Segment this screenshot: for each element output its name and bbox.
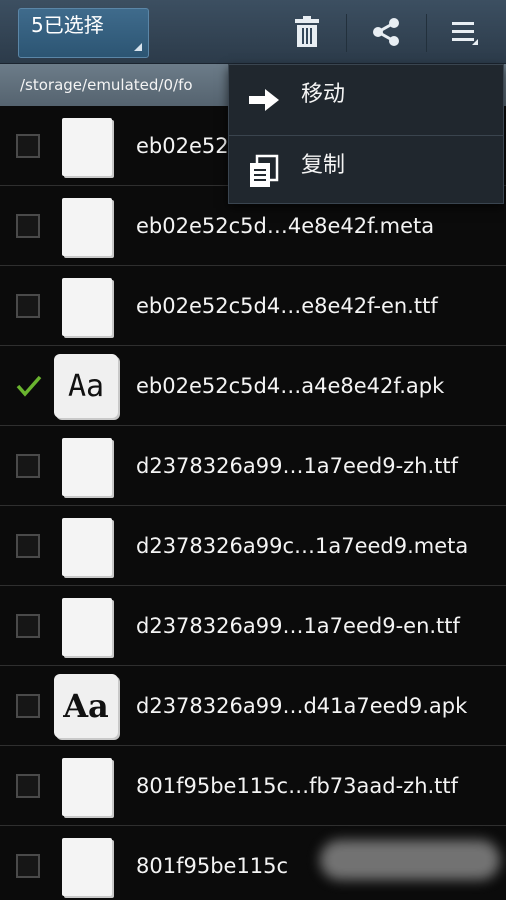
menu-item-label: 复制	[301, 153, 346, 178]
toolbar-divider	[346, 14, 347, 52]
file-name: eb02e52	[136, 134, 229, 158]
font-preview-text: Aa	[67, 368, 105, 404]
file-row[interactable]: d2378326a99…1a7eed9-zh.ttf	[0, 426, 506, 506]
file-name: eb02e52c5d4…e8e42f-en.ttf	[136, 294, 438, 318]
file-name: 801f95be115c	[136, 854, 289, 878]
file-icon	[62, 438, 112, 496]
file-row[interactable]: Aa d2378326a99…d41a7eed9.apk	[0, 666, 506, 746]
file-icon	[62, 198, 112, 256]
file-checkbox[interactable]	[16, 774, 40, 798]
file-checkbox[interactable]	[16, 454, 40, 478]
file-icon	[62, 758, 112, 816]
file-name: d2378326a99…1a7eed9-zh.ttf	[136, 454, 459, 478]
delete-button[interactable]	[272, 0, 342, 64]
file-name: eb02e52c5d4…a4e8e42f.apk	[136, 374, 445, 398]
share-button[interactable]	[350, 0, 422, 64]
dropdown-corner-icon	[134, 43, 142, 51]
file-name: d2378326a99…1a7eed9-en.ttf	[136, 614, 460, 638]
file-name: 801f95be115c…fb73aad-zh.ttf	[136, 774, 459, 798]
file-checkbox[interactable]	[16, 134, 40, 158]
file-row[interactable]: d2378326a99…1a7eed9-en.ttf	[0, 586, 506, 666]
overflow-menu-icon	[452, 22, 478, 45]
font-preview-serif-icon: Aa	[54, 674, 118, 738]
copy-icon	[250, 154, 279, 187]
file-row[interactable]: d2378326a99c…1a7eed9.meta	[0, 506, 506, 586]
font-preview-handwritten-icon: Aa	[54, 354, 118, 418]
action-bar: 5已选择	[0, 0, 506, 64]
file-checkbox[interactable]	[16, 214, 40, 238]
toolbar-divider	[426, 14, 427, 52]
share-icon	[373, 18, 399, 46]
file-list: eb02e52 eb02e52c5d…4e8e42f.meta eb02e52c…	[0, 106, 506, 900]
overflow-dropdown-menu: 移动 复制	[228, 64, 504, 204]
file-name: d2378326a99…d41a7eed9.apk	[136, 694, 468, 718]
overflow-menu-button[interactable]	[430, 0, 500, 64]
menu-item-label: 移动	[301, 82, 346, 107]
checkmark-icon	[16, 375, 42, 397]
file-icon	[62, 278, 112, 336]
menu-item-move[interactable]: 移动	[229, 65, 503, 135]
file-icon	[62, 838, 112, 896]
selection-count-dropdown[interactable]: 5已选择	[18, 8, 149, 58]
font-preview-text: Aa	[63, 687, 109, 725]
file-icon	[62, 118, 112, 176]
file-name: d2378326a99c…1a7eed9.meta	[136, 534, 469, 558]
file-checkbox[interactable]	[16, 614, 40, 638]
selection-count-label: 5已选择	[31, 13, 104, 37]
file-row[interactable]: Aa eb02e52c5d4…a4e8e42f.apk	[0, 346, 506, 426]
file-checkbox-checked[interactable]	[16, 374, 42, 398]
file-icon	[62, 598, 112, 656]
file-row[interactable]: 801f95be115c…fb73aad-zh.ttf	[0, 746, 506, 826]
file-row[interactable]: eb02e52c5d4…e8e42f-en.ttf	[0, 266, 506, 346]
file-checkbox[interactable]	[16, 294, 40, 318]
move-arrow-icon	[249, 89, 279, 111]
file-checkbox[interactable]	[16, 854, 40, 878]
trash-icon	[295, 16, 319, 47]
file-icon	[62, 518, 112, 576]
file-checkbox[interactable]	[16, 534, 40, 558]
menu-item-copy[interactable]: 复制	[229, 135, 503, 205]
blurred-watermark	[320, 840, 500, 880]
file-checkbox[interactable]	[16, 694, 40, 718]
